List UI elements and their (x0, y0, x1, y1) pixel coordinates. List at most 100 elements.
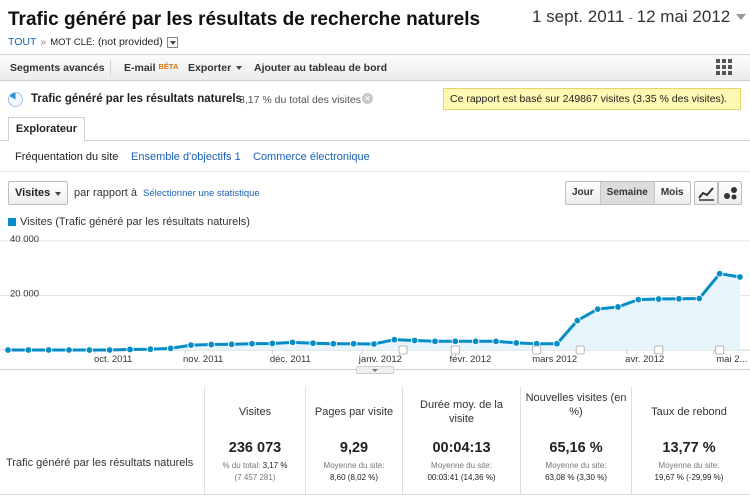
data-point[interactable] (736, 273, 744, 281)
data-point[interactable] (390, 335, 399, 344)
x-tick-label: févr. 2012 (450, 354, 492, 365)
visits-chart: 40 000 20 000 oct. 2011 nov. 2011 déc. 2011 j… (0, 234, 750, 365)
pie-chart-icon (8, 92, 23, 107)
summary-col-visits[interactable]: Visites 236 073 % du total: 3,17 % (7 457… (204, 387, 305, 495)
data-point[interactable] (126, 345, 134, 354)
metric-select[interactable]: Visites (8, 181, 68, 205)
col-header: Pages par visite (314, 406, 394, 418)
summary-col-new-visits[interactable]: Nouvelles visites (en %) 65,16 % Moyenne… (520, 387, 631, 495)
data-point[interactable] (553, 340, 561, 348)
breadcrumb-keyword-value: (not provided) (97, 36, 163, 48)
close-icon[interactable]: × (362, 93, 373, 104)
breadcrumb-root-link[interactable]: TOUT (8, 36, 36, 48)
data-point[interactable] (4, 346, 12, 354)
segments-button[interactable]: Segments avancés (10, 62, 105, 74)
data-point[interactable] (329, 340, 338, 348)
sampling-notice: Ce rapport est basé sur 249867 visites (… (443, 88, 741, 110)
data-point[interactable] (105, 346, 114, 354)
tab-explorer[interactable]: Explorateur (8, 117, 85, 141)
date-separator: - (628, 9, 633, 25)
x-tick-label: nov. 2011 (183, 354, 223, 365)
period-day-button[interactable]: Jour (566, 182, 601, 204)
data-point[interactable] (248, 340, 256, 348)
table-divider (0, 494, 750, 495)
date-end: 12 mai 2012 (636, 7, 731, 26)
export-button[interactable]: Exporter (188, 62, 243, 74)
subtab-site-usage[interactable]: Fréquentation du site (15, 151, 118, 163)
data-point[interactable] (573, 316, 582, 325)
data-point[interactable] (288, 338, 297, 347)
data-point[interactable] (675, 295, 683, 303)
data-point[interactable] (166, 344, 175, 353)
series-area (8, 273, 740, 350)
period-month-button[interactable]: Mois (654, 182, 690, 204)
data-point[interactable] (634, 295, 643, 304)
data-point[interactable] (146, 345, 155, 353)
grid-view-icon[interactable] (716, 59, 732, 75)
annotation-marker[interactable] (654, 345, 664, 355)
data-point[interactable] (512, 339, 521, 347)
data-point[interactable] (471, 337, 480, 345)
breadcrumb-dropdown-icon[interactable] (166, 36, 178, 48)
data-point[interactable] (654, 295, 663, 303)
subtab-ecommerce[interactable]: Commerce électronique (253, 151, 370, 163)
col-header: Taux de rebond (651, 406, 727, 418)
subtab-goal-set-1[interactable]: Ensemble d'objectifs 1 (131, 151, 241, 163)
export-label: Exporter (188, 62, 232, 74)
col-sub: % du total: 3,17 % (7 457 281) (222, 461, 288, 482)
data-point[interactable] (431, 337, 439, 345)
data-point[interactable] (492, 337, 500, 345)
annotation-marker[interactable] (398, 345, 408, 355)
data-point[interactable] (187, 341, 195, 349)
date-range-picker[interactable]: 1 sept. 2011 - 12 mai 2012 (532, 5, 747, 29)
annotation-marker[interactable] (532, 345, 542, 355)
report-name: Trafic généré par les résultats naturels (31, 93, 242, 105)
data-point[interactable] (44, 346, 53, 354)
col-value: 65,16 % (549, 440, 603, 456)
summary-col-pages-per-visit[interactable]: Pages par visite 9,29 Moyenne du site: 8,… (305, 387, 402, 495)
chevron-down-icon (55, 192, 61, 196)
chevron-down-icon[interactable] (736, 14, 747, 20)
email-button[interactable]: E-mail BÊTA (124, 62, 178, 74)
add-to-dashboard-button[interactable]: Ajouter au tableau de bord (254, 62, 387, 74)
breadcrumb: TOUT » MOT CLÉ: (not provided) (8, 36, 178, 48)
summary-col-bounce-rate[interactable]: Taux de rebond 13,77 % Moyenne du site: 1… (631, 387, 746, 495)
summary-col-avg-duration[interactable]: Durée moy. de la visite 00:04:13 Moyenne… (402, 387, 520, 495)
data-point[interactable] (370, 340, 378, 348)
motion-chart-view-button[interactable] (718, 181, 742, 205)
annotation-marker[interactable] (450, 345, 460, 355)
annotation-marker[interactable] (575, 345, 585, 355)
legend-label: Visites (Trafic généré par les résultats… (20, 216, 250, 228)
data-point[interactable] (268, 339, 277, 348)
tab-divider (0, 140, 750, 141)
select-metric-link[interactable]: Sélectionner une statistique (143, 188, 260, 199)
period-week-button[interactable]: Semaine (600, 182, 655, 204)
data-point[interactable] (227, 340, 236, 348)
breadcrumb-keyword-label: MOT CLÉ: (50, 36, 95, 48)
chart-collapse-handle[interactable] (356, 366, 394, 374)
data-point[interactable] (451, 337, 460, 345)
versus-label: par rapport à (74, 187, 137, 199)
col-sub: Moyenne du site: 63,08 % (3,30 %) (545, 461, 607, 482)
data-point[interactable] (715, 270, 724, 278)
x-tick-label: janv. 2012 (358, 354, 402, 365)
line-chart-view-button[interactable] (694, 181, 718, 205)
data-point[interactable] (614, 303, 622, 311)
col-header: Durée moy. de la visite (420, 399, 503, 425)
report-share: 3,17 % du total des visites (239, 94, 361, 106)
data-point[interactable] (207, 340, 216, 349)
data-point[interactable] (410, 336, 419, 345)
data-point[interactable] (24, 346, 33, 354)
email-label: E-mail (124, 62, 156, 74)
col-value: 00:04:13 (432, 440, 491, 456)
data-point[interactable] (309, 339, 317, 347)
chart-legend[interactable]: Visites (Trafic généré par les résultats… (8, 216, 250, 228)
data-point[interactable] (593, 305, 602, 313)
data-point[interactable] (85, 346, 94, 354)
data-point[interactable] (695, 294, 704, 303)
x-tick-label: mars 2012 (532, 354, 577, 365)
data-point[interactable] (65, 346, 73, 354)
annotation-marker[interactable] (715, 345, 725, 355)
data-point[interactable] (349, 340, 358, 348)
line-chart-icon (698, 187, 714, 201)
